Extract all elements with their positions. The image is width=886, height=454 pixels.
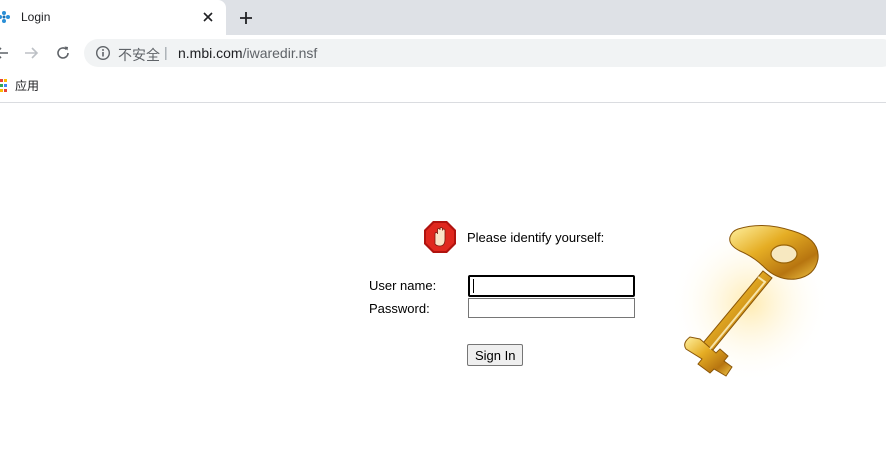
url-text[interactable]: n.mbi.com/iwaredir.nsf: [178, 45, 317, 61]
lotus-notes-icon: [0, 10, 11, 24]
apps-bookmark[interactable]: 应用: [15, 77, 39, 94]
reload-icon[interactable]: [51, 41, 75, 65]
text-caret: [473, 279, 474, 293]
username-field[interactable]: [468, 275, 635, 297]
apps-grid-icon[interactable]: [0, 79, 7, 93]
url-host: n.mbi.com: [178, 45, 243, 61]
password-field[interactable]: [468, 298, 635, 318]
close-icon[interactable]: [198, 7, 218, 27]
browser-toolbar: 不安全 | n.mbi.com/iwaredir.nsf: [0, 35, 886, 70]
security-status[interactable]: 不安全: [118, 45, 160, 65]
info-icon[interactable]: [95, 45, 111, 61]
url-path: /iwaredir.nsf: [242, 45, 318, 61]
golden-key-image: [668, 221, 833, 386]
bookmarks-bar: 应用: [0, 70, 886, 103]
tab-strip: Login: [0, 0, 886, 35]
password-label: Password:: [369, 301, 430, 316]
address-bar[interactable]: 不安全 | n.mbi.com/iwaredir.nsf: [84, 39, 886, 67]
tab-title: Login: [21, 10, 51, 24]
login-prompt: Please identify yourself:: [467, 230, 605, 245]
login-page: Please identify yourself: User name: Pas…: [0, 103, 886, 454]
forward-icon[interactable]: [19, 41, 43, 65]
new-tab-icon[interactable]: [235, 7, 257, 29]
back-icon[interactable]: [0, 41, 14, 65]
active-tab[interactable]: Login: [0, 0, 226, 35]
stop-hand-icon: [423, 220, 457, 254]
url-separator: |: [164, 44, 168, 60]
username-label: User name:: [369, 278, 437, 293]
sign-in-button[interactable]: Sign In: [467, 344, 524, 366]
